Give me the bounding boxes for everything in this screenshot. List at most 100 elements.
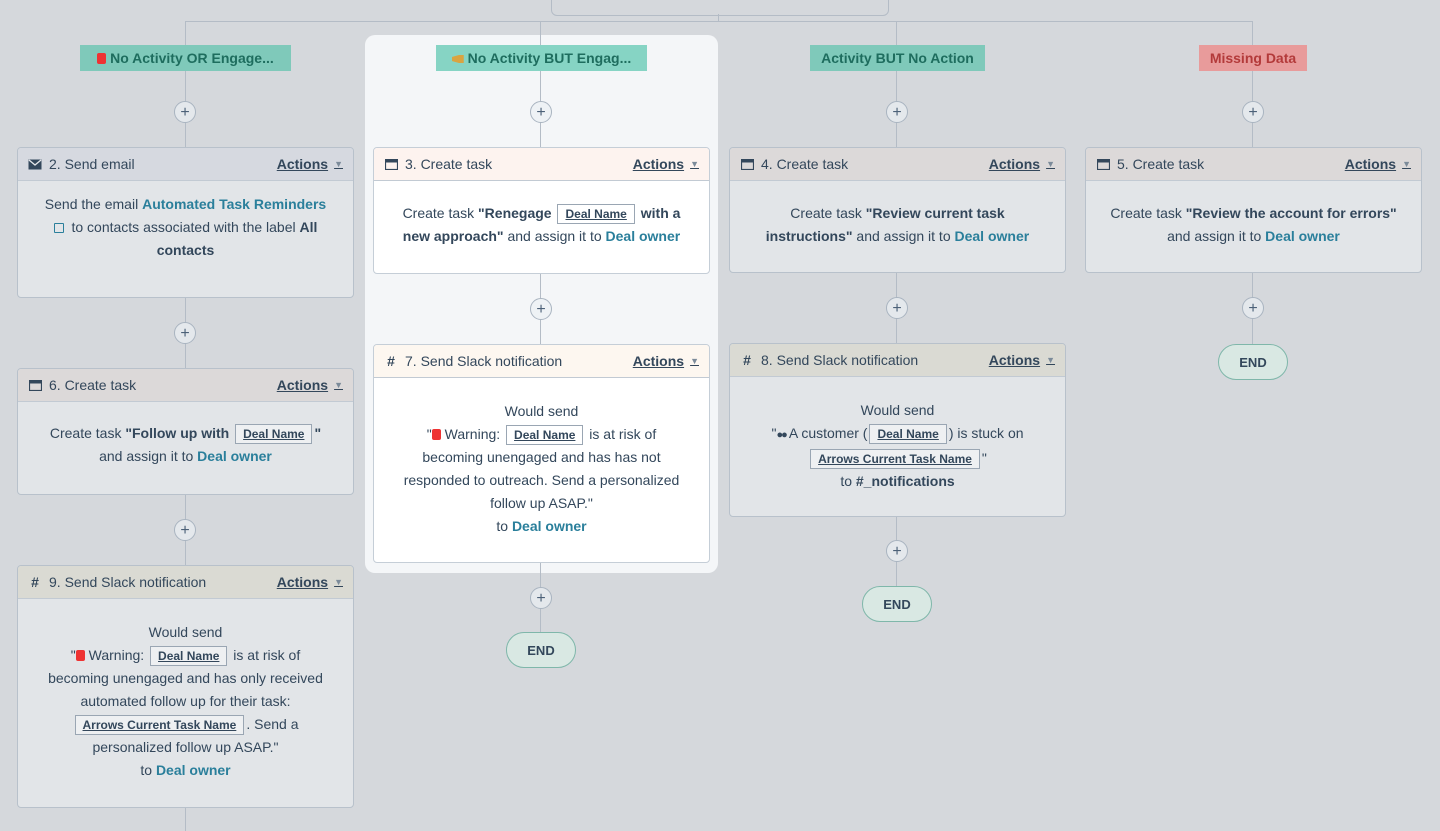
slack-icon: # [743,352,751,368]
branch-label-missing-data[interactable]: Missing Data [1199,45,1307,71]
card-body: Would send " Warning: Deal Name is at ri… [48,624,323,778]
card-title: 5. Create task [1117,156,1205,172]
add-step-button[interactable]: + [1242,101,1264,123]
card-body: Create task "Follow up with Deal Name " a… [49,424,322,464]
deal-name-token: Deal Name [150,646,228,667]
card-header: 4. Create task Actions ▼ [730,148,1065,181]
envelope-icon [28,157,42,171]
slack-icon: # [31,574,39,590]
branch-label-no-activity-or-engage[interactable]: No Activity OR Engage... [80,45,291,71]
connector-line [896,21,897,45]
actions-dropdown[interactable]: Actions ▼ [1345,156,1411,172]
deal-owner-link[interactable]: Deal owner [512,518,587,534]
siren-icon [431,429,441,440]
email-link[interactable]: Automated Task Reminders [142,196,326,212]
caret-down-icon: ▼ [1046,159,1055,169]
deal-name-token: Deal Name [869,424,947,445]
step-card-send-slack-notification[interactable]: # 9. Send Slack notification Actions ▼ Wo… [17,565,354,808]
card-title: 2. Send email [49,156,135,172]
step-card-create-task[interactable]: 4. Create task Actions ▼ Create task "Rev… [729,147,1066,273]
connector-line [185,21,186,45]
card-title: 3. Create task [405,156,493,172]
add-step-button[interactable]: + [174,519,196,541]
caret-down-icon: ▼ [334,159,343,169]
deal-name-token: Deal Name [506,425,584,446]
connector-line [1252,21,1253,45]
caret-down-icon: ▼ [334,380,343,390]
card-body: Create task "Review current task instruc… [765,205,1030,244]
siren-icon [97,53,107,64]
card-body: Would send "●● A customer (Deal Name) is… [771,402,1024,489]
add-step-button[interactable]: + [174,101,196,123]
workflow-canvas[interactable]: No Activity OR Engage... No Activity BUT… [0,0,1440,831]
deal-owner-link[interactable]: Deal owner [1265,228,1340,244]
step-card-create-task[interactable]: 3. Create task Actions ▼ Create task "Ren… [373,147,710,274]
card-header: 3. Create task Actions ▼ [374,148,709,181]
actions-dropdown[interactable]: Actions ▼ [277,156,343,172]
connector-line [185,21,1253,22]
external-link-icon[interactable] [53,223,64,233]
caret-down-icon: ▼ [334,577,343,587]
deal-name-token: Deal Name [557,204,635,225]
slack-channel: #_notifications [855,473,955,489]
previous-step-card[interactable] [551,0,889,16]
actions-dropdown[interactable]: Actions ▼ [277,574,343,590]
megaphone-icon [451,55,464,63]
caret-down-icon: ▼ [1402,159,1411,169]
add-step-button[interactable]: + [886,540,908,562]
add-step-button[interactable]: + [886,297,908,319]
end-node[interactable]: END [506,632,576,668]
add-step-button[interactable]: + [530,298,552,320]
deal-owner-link[interactable]: Deal owner [955,228,1030,244]
siren-icon [75,650,85,661]
card-header: # 9. Send Slack notification Actions ▼ [18,566,353,599]
card-header: 5. Create task Actions ▼ [1086,148,1421,181]
step-card-send-email[interactable]: 2. Send email Actions ▼ Send the email Au… [17,147,354,298]
actions-dropdown[interactable]: Actions ▼ [633,353,699,369]
deal-owner-link[interactable]: Deal owner [197,448,272,464]
task-icon [740,157,754,171]
actions-dropdown[interactable]: Actions ▼ [633,156,699,172]
add-step-button[interactable]: + [530,101,552,123]
deal-name-token: Deal Name [235,424,313,445]
step-card-create-task[interactable]: 5. Create task Actions ▼ Create task "Rev… [1085,147,1422,273]
end-node[interactable]: END [1218,344,1288,380]
card-header: # 8. Send Slack notification Actions ▼ [730,344,1065,377]
card-title: 8. Send Slack notification [761,352,919,368]
branch-label-no-activity-but-engag[interactable]: No Activity BUT Engag... [436,45,647,71]
step-card-send-slack-notification[interactable]: # 8. Send Slack notification Actions ▼ Wo… [729,343,1066,517]
card-body: Would send " Warning: Deal Name is at ri… [403,403,680,534]
task-icon [28,378,42,392]
deal-owner-link[interactable]: Deal owner [606,228,681,244]
card-title: 6. Create task [49,377,137,393]
card-body: Send the email Automated Task Reminders … [44,196,327,258]
add-step-button[interactable]: + [886,101,908,123]
arrows-current-task-name-token: Arrows Current Task Name [810,449,980,470]
arrows-current-task-name-token: Arrows Current Task Name [74,715,245,736]
end-node[interactable]: END [862,586,932,622]
card-body: Create task "Renegage Deal Name with a n… [402,204,681,244]
caret-down-icon: ▼ [690,159,699,169]
card-header: # 7. Send Slack notification Actions ▼ [374,345,709,378]
card-header: 2. Send email Actions ▼ [18,148,353,181]
connector-line [185,807,186,831]
slack-icon: # [387,353,395,369]
card-title: 7. Send Slack notification [405,353,563,369]
branch-label-activity-but-no-action[interactable]: Activity BUT No Action [810,45,985,71]
step-card-create-task[interactable]: 6. Create task Actions ▼ Create task "Fol… [17,368,354,495]
add-step-button[interactable]: + [530,587,552,609]
card-header: 6. Create task Actions ▼ [18,369,353,402]
card-body: Create task "Review the account for erro… [1110,205,1397,244]
add-step-button[interactable]: + [174,322,196,344]
step-card-send-slack-notification[interactable]: # 7. Send Slack notification Actions ▼ Wo… [373,344,710,563]
deal-owner-link[interactable]: Deal owner [156,762,231,778]
actions-dropdown[interactable]: Actions ▼ [277,377,343,393]
add-step-button[interactable]: + [1242,297,1264,319]
actions-dropdown[interactable]: Actions ▼ [989,156,1055,172]
caret-down-icon: ▼ [1046,355,1055,365]
eyes-icon: ●● [776,429,787,441]
caret-down-icon: ▼ [690,356,699,366]
card-title: 4. Create task [761,156,849,172]
actions-dropdown[interactable]: Actions ▼ [989,352,1055,368]
task-icon [384,157,398,171]
